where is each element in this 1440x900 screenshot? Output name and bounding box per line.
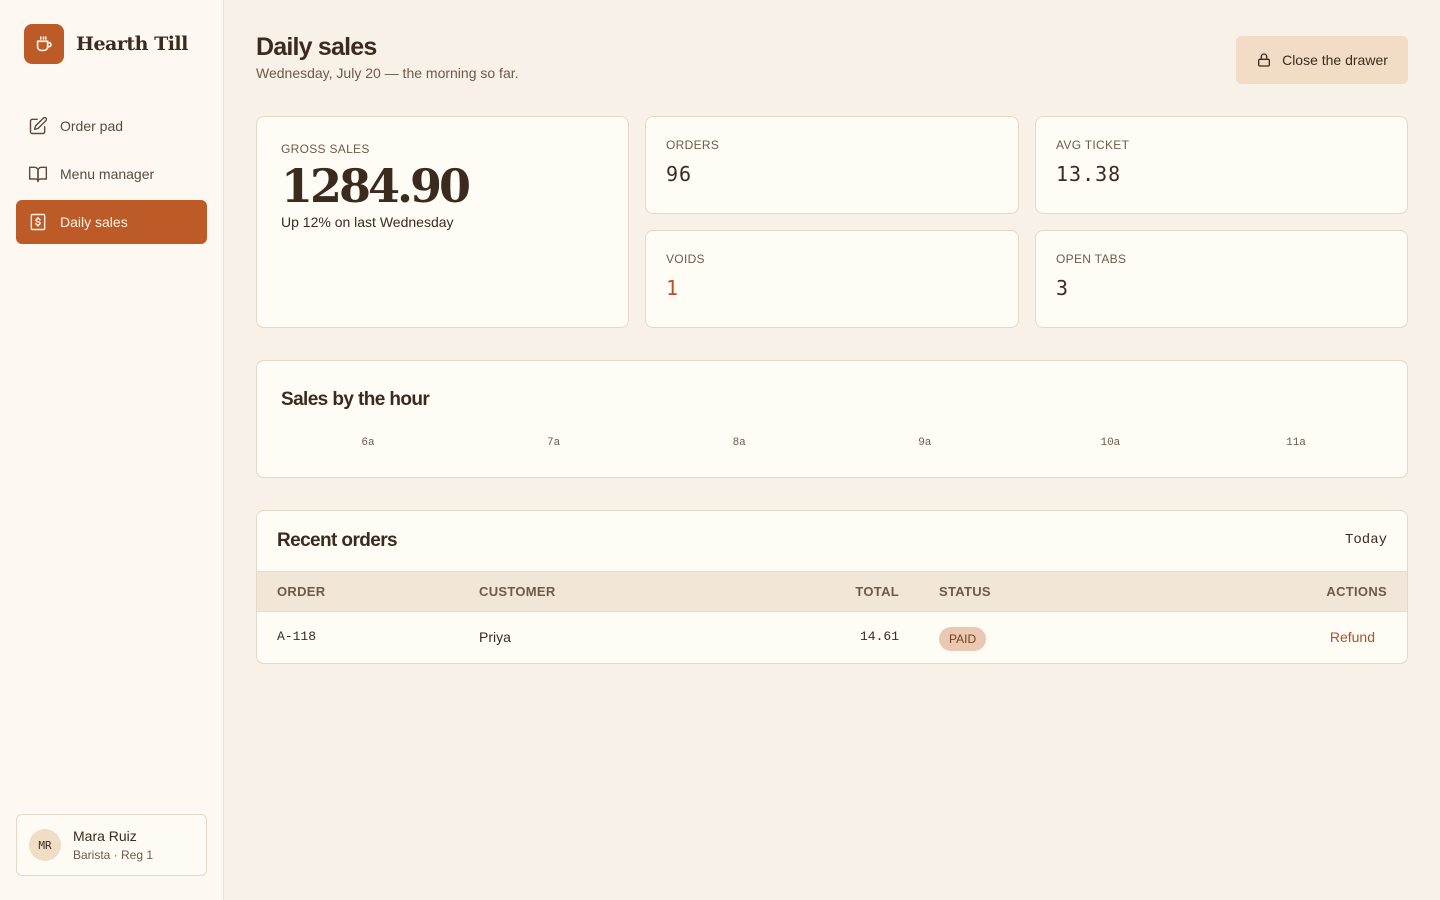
user-name: Mara Ruiz <box>73 828 137 844</box>
app-name: Hearth Till <box>76 33 188 55</box>
user-role: Barista · Reg 1 <box>73 848 154 862</box>
orders-filter[interactable]: Today <box>1345 532 1387 548</box>
page-title: Daily sales <box>256 33 377 61</box>
coffee-cup-icon <box>24 24 64 64</box>
hour-tick-6a: 6a <box>361 437 375 449</box>
col-customer: CUSTOMER <box>479 584 556 599</box>
orders-table-header: ORDER CUSTOMER TOTAL STATUS ACTIONS <box>257 571 1407 612</box>
avatar: MR <box>29 829 61 861</box>
nav-item-order-pad[interactable]: Order pad <box>16 104 207 148</box>
recent-orders-title: Recent orders <box>277 530 398 551</box>
sidebar: Hearth Till Order pad Menu manager Daily… <box>0 0 224 900</box>
col-status: STATUS <box>939 584 991 599</box>
chart-title: Sales by the hour <box>281 389 430 410</box>
user-meta: Mara Ruiz Barista · Reg 1 <box>73 828 153 862</box>
open-tabs-value: 3 <box>1056 276 1070 300</box>
gross-sales-value: 1284.90 <box>281 159 471 213</box>
hour-tick-10a: 10a <box>1100 437 1121 449</box>
orders-value: 96 <box>666 162 693 186</box>
nav-item-daily-sales[interactable]: Daily sales <box>16 200 207 244</box>
close-drawer-label: Close the drawer <box>1282 52 1388 68</box>
avg-ticket-label: Avg ticket <box>1056 138 1130 152</box>
hour-tick-11a: 11a <box>1286 437 1306 449</box>
hour-tick-8a: 8a <box>732 437 746 449</box>
hour-tick-9a: 9a <box>918 437 932 449</box>
order-customer: Priya <box>479 629 511 645</box>
voids-card: Voids 1 <box>645 230 1019 328</box>
close-drawer-button[interactable]: Close the drawer <box>1236 36 1408 84</box>
recent-orders-card: Recent orders Today ORDER CUSTOMER TOTAL… <box>256 510 1408 664</box>
lock-icon <box>1258 53 1271 67</box>
open-tabs-label: Open tabs <box>1056 252 1127 266</box>
brand[interactable]: Hearth Till <box>24 24 188 64</box>
orders-card: Orders 96 <box>645 116 1019 214</box>
voids-value: 1 <box>666 276 680 300</box>
user-card[interactable]: MR Mara Ruiz Barista · Reg 1 <box>16 814 207 876</box>
gross-sales-label: Gross sales <box>281 142 370 156</box>
hour-tick-7a: 7a <box>546 437 561 449</box>
main-nav: Order pad Menu manager Daily sales <box>16 104 207 248</box>
gross-sales-note: Up 12% on last Wednesday <box>281 214 454 230</box>
avg-ticket-value: 13.38 <box>1056 162 1122 186</box>
col-order: ORDER <box>277 584 326 599</box>
orders-label: Orders <box>666 138 720 152</box>
book-open-icon <box>28 166 48 183</box>
nav-label-order-pad: Order pad <box>60 118 124 134</box>
gross-sales-card: Gross sales 1284.90 Up 12% on last Wedne… <box>256 116 629 328</box>
edit-icon <box>29 116 48 135</box>
nav-label-menu-manager: Menu manager <box>60 166 155 182</box>
sales-by-hour-chart: Sales by the hour 6a 7a 8a 9a 10a 11a <box>256 360 1408 478</box>
order-id: A-118 <box>277 629 317 644</box>
refund-link[interactable]: Refund <box>1330 629 1375 645</box>
page-subtitle: Wednesday, July 20 — the morning so far. <box>256 65 519 81</box>
voids-label: Voids <box>666 252 705 266</box>
status-badge: PAID <box>939 627 987 651</box>
order-total: 14.61 <box>859 629 899 644</box>
receipt-dollar-icon <box>30 213 46 231</box>
nav-label-daily-sales: Daily sales <box>60 214 128 230</box>
col-total: TOTAL <box>855 584 899 599</box>
open-tabs-card: Open tabs 3 <box>1035 230 1408 328</box>
nav-item-menu-manager[interactable]: Menu manager <box>16 152 207 196</box>
col-actions: ACTIONS <box>1326 584 1387 599</box>
avg-ticket-card: Avg ticket 13.38 <box>1035 116 1408 214</box>
